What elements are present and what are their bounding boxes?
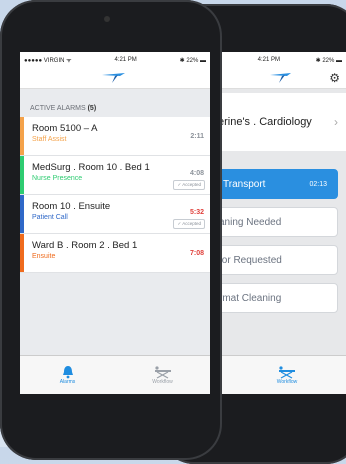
workflow-cleaning-needed-button[interactable]: aning Needed <box>218 207 338 237</box>
alarm-color-bar <box>20 234 24 272</box>
tab-workflow[interactable]: Workflow <box>277 365 297 385</box>
alarm-type: Staff Assist <box>32 136 67 143</box>
alarm-row[interactable]: Ward B . Room 2 . Bed 1 Ensuite 7:08 <box>20 234 210 273</box>
workflow-transport-button[interactable]: Transport 02:13 <box>218 169 338 199</box>
status-time: 4:21 PM <box>257 57 280 63</box>
section-title: ACTIVE ALARMS (5) <box>30 105 97 112</box>
alarm-location: MedSurg . Room 10 . Bed 1 <box>32 162 150 173</box>
alarm-location: Ward B . Room 2 . Bed 1 <box>32 240 138 251</box>
alarm-time: 2:11 <box>190 133 204 140</box>
patient-name: erine's . Cardiology <box>218 116 312 128</box>
workflow-label: Transport <box>223 178 266 190</box>
workflow-label: tor Requested <box>219 254 282 266</box>
alarm-time: 5:32 <box>189 209 204 216</box>
alarm-color-bar <box>20 195 24 233</box>
workflow-rmat-cleaning-button[interactable]: rmat Cleaning <box>218 283 338 313</box>
status-carrier: ●●●●● VIRGIN ᯤ <box>24 58 72 64</box>
stretcher-icon <box>279 366 295 379</box>
tab-bar: Alarms Workflow <box>20 355 210 394</box>
status-bar: ●●●●● VIRGIN ᯤ 4:21 PM ✱ 22% ▬ <box>20 52 210 68</box>
app-logo-icon <box>102 73 125 83</box>
alarm-time: 4:08 <box>189 170 204 177</box>
tab-label: Workflow <box>276 379 298 385</box>
alarm-time: 7:08 <box>189 250 204 257</box>
stretcher-icon <box>154 366 171 379</box>
workflow-label: rmat Cleaning <box>219 292 282 304</box>
accepted-badge: ✓ Accepted <box>173 219 205 229</box>
camera-icon <box>104 16 110 22</box>
workflow-tor-requested-button[interactable]: tor Requested <box>218 245 338 275</box>
alarm-row[interactable]: MedSurg . Room 10 . Bed 1 Nurse Presence… <box>20 156 210 195</box>
status-battery: ✱ 22% ▬ <box>315 57 342 64</box>
alarm-location: Room 10 . Ensuite <box>32 201 111 212</box>
front-phone-screen: ●●●●● VIRGIN ᯤ 4:21 PM ✱ 22% ▬ ACTIVE AL… <box>20 52 210 394</box>
alarm-row[interactable]: Room 5100 – A Staff Assist 2:11 <box>20 117 210 156</box>
workflow-timer: 02:13 <box>309 180 327 188</box>
tab-workflow[interactable]: Workflow <box>115 356 210 394</box>
tab-label: Workflow <box>152 379 173 385</box>
alarm-color-bar <box>20 156 24 194</box>
status-bar: 4:21 PM ✱ 22% ▬ <box>218 52 346 68</box>
tab-alarms[interactable]: Alarms <box>20 356 115 394</box>
app-logo-icon <box>270 73 291 83</box>
tab-bar: Workflow <box>218 355 346 394</box>
alarm-type: Ensuite <box>32 253 56 260</box>
tab-label: Alarms <box>59 379 76 385</box>
alarm-row[interactable]: Room 10 . Ensuite Patient Call 5:32 ✓ Ac… <box>20 195 210 234</box>
patient-card[interactable]: erine's . Cardiology › <box>218 93 346 151</box>
status-time: 4:21 PM <box>114 57 137 63</box>
settings-gear-icon[interactable]: ⚙ <box>329 71 340 85</box>
chevron-right-icon: › <box>334 115 338 129</box>
app-header <box>20 68 210 89</box>
app-header: ⚙ <box>218 68 346 89</box>
bell-icon <box>62 366 73 379</box>
alarm-color-bar <box>20 117 24 155</box>
back-phone-screen: 4:21 PM ✱ 22% ▬ ⚙ erine's . Cardiology ›… <box>218 52 346 394</box>
accepted-badge: ✓ Accepted <box>173 180 205 190</box>
workflow-label: aning Needed <box>219 216 282 228</box>
alarm-count: (5) <box>87 105 97 112</box>
status-battery: ✱ 22% ▬ <box>179 57 206 64</box>
alarm-location: Room 5100 – A <box>32 123 98 134</box>
